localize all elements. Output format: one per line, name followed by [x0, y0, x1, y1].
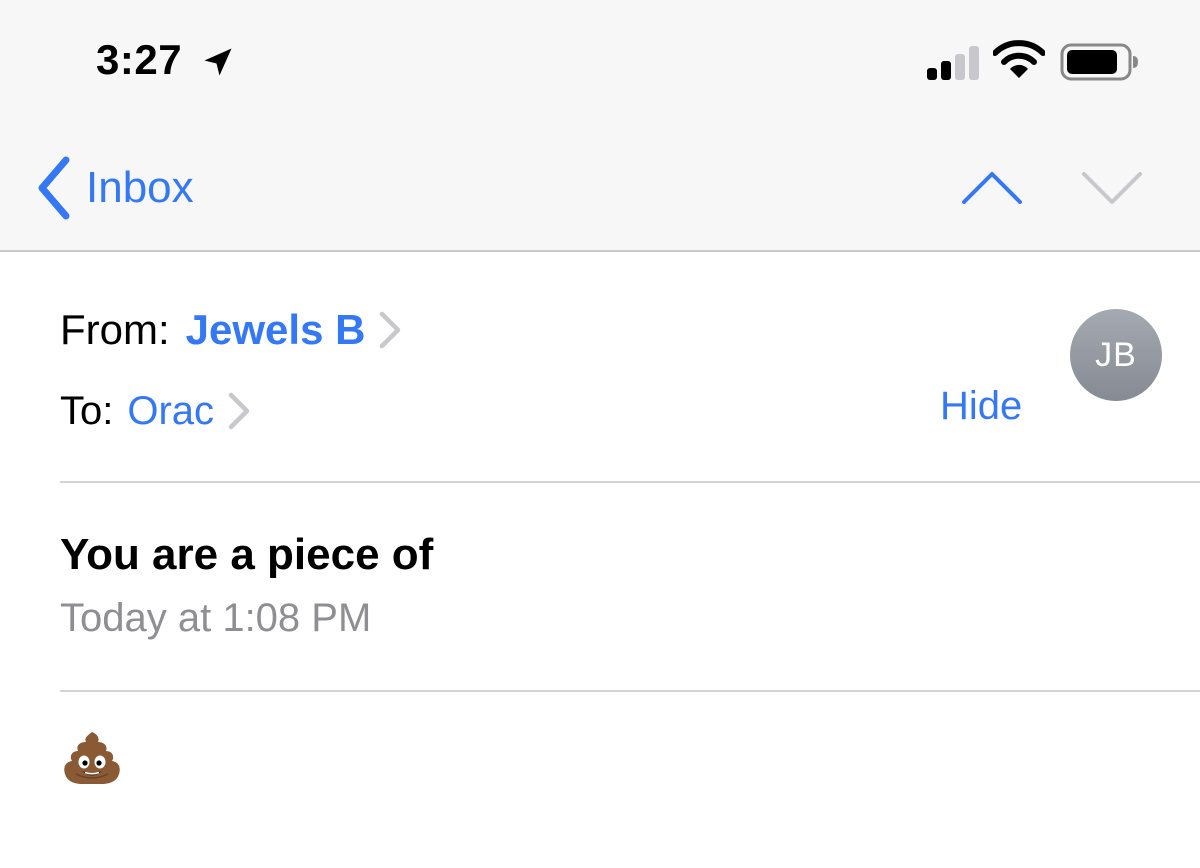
to-label: To:	[60, 388, 114, 433]
top-bar: 3:27 Inbox	[0, 0, 1200, 252]
message-subject: You are a piece of	[60, 530, 434, 579]
back-to-inbox-button[interactable]: Inbox	[34, 150, 194, 226]
avatar[interactable]: JB	[1070, 309, 1162, 401]
poop-emoji-icon	[64, 732, 120, 784]
chevron-left-icon	[38, 156, 70, 220]
divider	[60, 690, 1200, 692]
avatar-initials: JB	[1095, 335, 1137, 374]
battery-icon	[1060, 43, 1138, 81]
chevron-down-icon[interactable]	[1080, 168, 1144, 208]
chevron-up-icon[interactable]	[960, 168, 1024, 208]
status-time: 3:27	[96, 36, 183, 83]
sender-name-link[interactable]: Jewels B	[186, 306, 366, 354]
wifi-icon	[993, 40, 1045, 78]
message-date: Today at 1:08 PM	[60, 596, 372, 640]
chevron-right-icon[interactable]	[377, 310, 403, 350]
back-label: Inbox	[86, 163, 194, 212]
hide-details-button[interactable]: Hide	[940, 384, 1022, 429]
signal-bars-icon	[927, 46, 979, 80]
location-arrow-icon	[204, 48, 232, 76]
from-row: From: Jewels B	[60, 300, 403, 360]
from-label: From:	[60, 306, 170, 353]
divider	[60, 481, 1200, 483]
to-row: To: Orac	[60, 382, 252, 440]
recipient-name-link[interactable]: Orac	[127, 389, 214, 434]
chevron-right-icon[interactable]	[226, 391, 252, 431]
mail-message-screen: 3:27 Inbox From: Jewels B To: Orac Hide …	[0, 0, 1200, 868]
